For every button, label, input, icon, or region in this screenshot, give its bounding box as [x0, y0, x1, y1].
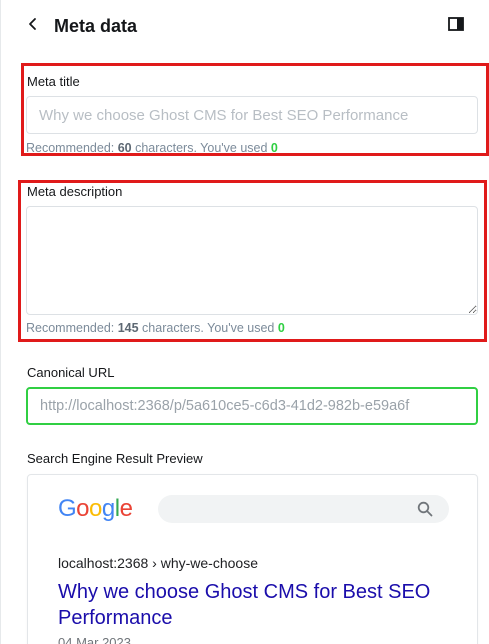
google-logo-letter: G	[58, 495, 77, 522]
serp-url: localhost:2368 › why-we-choose	[58, 555, 258, 571]
meta-description-input[interactable]	[26, 206, 478, 315]
serp-title: Why we choose Ghost CMS for Best SEO Per…	[58, 581, 431, 629]
hint-prefix: Recommended:	[26, 321, 118, 335]
page-title: Meta data	[54, 16, 138, 36]
google-logo-letter: e	[119, 495, 133, 522]
google-logo-letter: o	[76, 495, 90, 522]
meta-description-label: Meta description	[27, 184, 123, 199]
meta-title-hint: Recommended: 60 characters. You've used …	[26, 140, 278, 156]
meta-data-panel: Meta data Meta title Recommended: 60 cha…	[0, 0, 489, 644]
google-logo-letter: o	[89, 495, 102, 522]
used-count: 0	[270, 141, 278, 155]
search-icon	[417, 501, 433, 517]
meta-title-input[interactable]	[26, 96, 478, 134]
google-logo-letter: g	[101, 495, 115, 522]
recommended-count: 145	[117, 321, 139, 335]
hint-middle: characters. You've used	[138, 321, 278, 335]
chevron-left-icon	[26, 17, 40, 36]
google-logo: Google	[58, 493, 133, 525]
recommended-count: 60	[117, 141, 132, 155]
hint-middle: characters. You've used	[131, 141, 271, 155]
serp-search-bar	[158, 495, 449, 523]
panel-divider	[0, 0, 1, 644]
meta-description-hint: Recommended: 145 characters. You've used…	[26, 320, 285, 336]
hint-prefix: Recommended:	[26, 141, 118, 155]
serp-preview-card: Google localhost:2368 › why-we-choose Wh…	[27, 474, 478, 644]
canonical-url-label: Canonical URL	[27, 365, 115, 380]
used-count: 0	[277, 321, 285, 335]
meta-title-label: Meta title	[27, 74, 80, 89]
serp-date: 04 Mar 2023	[58, 635, 131, 644]
sidebar-toggle-button[interactable]	[446, 16, 466, 36]
panel-header: Meta data	[0, 0, 489, 54]
sidebar-toggle-icon	[448, 16, 464, 36]
back-button[interactable]	[22, 15, 44, 37]
serp-preview-label: Search Engine Result Preview	[27, 451, 203, 466]
canonical-url-input[interactable]	[26, 387, 478, 425]
